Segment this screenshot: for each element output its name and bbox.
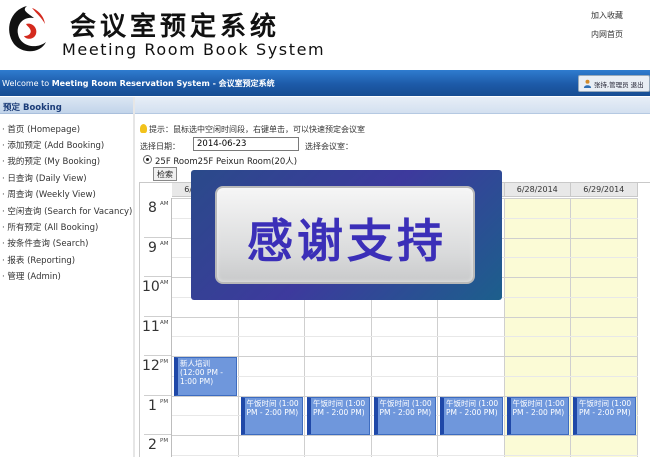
app-title-en: Meeting Room Book System: [62, 40, 326, 59]
sidebar-item-search-vacancy[interactable]: · 空闲查询 (Search for Vacancy): [0, 205, 132, 219]
booking-event[interactable]: 午饭时间 (1:00 PM - 2:00 PM): [573, 396, 636, 435]
date-input[interactable]: [193, 137, 299, 151]
booking-event[interactable]: 午饭时间 (1:00 PM - 2:00 PM): [440, 396, 503, 435]
user-box[interactable]: 张持,管理员 退出: [578, 75, 650, 92]
sidebar-divider: [133, 97, 135, 457]
ampm-label: PM: [160, 438, 169, 444]
swirl-logo-icon: [9, 6, 46, 52]
sidebar-item-add-booking[interactable]: · 添加预定 (Add Booking): [0, 139, 104, 153]
sidebar-item-my-booking[interactable]: · 我的预定 (My Booking): [0, 155, 100, 169]
time-separator: [144, 434, 171, 435]
sidebar-item-reporting[interactable]: · 报表 (Reporting): [0, 254, 75, 268]
search-button[interactable]: 检索: [153, 167, 177, 181]
page-header: 会议室预定系统 Meeting Room Book System 加入收藏 内网…: [0, 0, 650, 70]
hour-label: 1: [148, 397, 157, 414]
time-separator: [144, 315, 171, 317]
hour-line: [172, 356, 638, 357]
sidebar: 预定 Booking · 首页 (Homepage) · 添加预定 (Add B…: [0, 97, 133, 457]
ampm-label: PM: [160, 359, 169, 365]
add-favorite-link[interactable]: 加入收藏: [591, 10, 623, 21]
ampm-label: AM: [160, 201, 169, 207]
ampm-label: AM: [160, 280, 169, 286]
time-separator: [144, 276, 171, 277]
room-option-label[interactable]: 25F Room25F Peixun Room(20人): [155, 155, 297, 167]
welcome-bar: Welcome to Meeting Room Reservation Syst…: [0, 70, 650, 96]
ampm-label: AM: [160, 240, 169, 247]
booking-event[interactable]: 午饭时间 (1:00 PM - 2:00 PM): [307, 396, 370, 435]
hour-label: 10: [142, 279, 160, 295]
sidebar-item-all-booking[interactable]: · 所有预定 (All Booking): [0, 221, 98, 235]
time-column: 8 AM 9 AM 10 AM 11 AM 12 PM 1 PM 2 PM: [140, 198, 172, 457]
intranet-home-link[interactable]: 内网首页: [591, 29, 623, 40]
tip-text: 提示：鼠标选中空闲时间段，右键单击，可以快速预定会议室: [140, 124, 365, 135]
half-hour-line: [172, 375, 638, 377]
hour-label: 9: [148, 239, 157, 256]
sidebar-item-admin[interactable]: · 管理 (Admin): [0, 270, 61, 284]
booking-event[interactable]: 午饭时间 (1:00 PM - 2:00 PM): [373, 396, 436, 435]
date-label: 选择日期：: [140, 142, 180, 151]
half-hour-line: [172, 336, 638, 338]
lightbulb-icon: [140, 124, 147, 133]
page: { "colors": { "header_bar": "#1d5aa8", "…: [0, 0, 650, 457]
day-header: 6/29/2014: [571, 183, 638, 197]
room-radio[interactable]: [143, 155, 152, 164]
room-label: 选择会议室：: [305, 142, 353, 151]
hour-line: [172, 316, 638, 318]
hour-label: 2: [148, 437, 157, 453]
app-title-cn: 会议室预定系统: [70, 12, 281, 42]
day-header: 6/28/2014: [504, 183, 571, 197]
hour-label: 11: [142, 318, 160, 335]
main-header-strip: [135, 97, 650, 114]
sidebar-item-weekly-view[interactable]: · 周查询 (Weekly View): [0, 188, 96, 202]
thanks-text: 感谢支持: [247, 214, 447, 268]
booking-event[interactable]: 午饭时间 (1:00 PM - 2:00 PM): [240, 396, 303, 435]
thanks-badge: 感谢支持: [215, 186, 475, 284]
booking-event[interactable]: 新人培训 (12:00 PM - 1:00 PM): [174, 357, 237, 396]
time-separator: [144, 394, 171, 396]
time-separator: [144, 355, 171, 356]
sidebar-item-homepage[interactable]: · 首页 (Homepage): [0, 123, 80, 137]
half-hour-line: [172, 454, 638, 456]
hour-label: 8: [148, 200, 157, 216]
ampm-label: PM: [160, 398, 169, 405]
sidebar-title: 预定 Booking: [0, 97, 133, 114]
hour-label: 12: [142, 358, 160, 374]
thanks-overlay: 感谢支持: [191, 170, 502, 300]
welcome-text: Welcome to Meeting Room Reservation Syst…: [2, 79, 275, 88]
sidebar-item-search[interactable]: · 按条件查询 (Search): [0, 237, 88, 251]
time-separator: [144, 236, 171, 238]
ampm-label: AM: [160, 319, 169, 326]
booking-event[interactable]: 午饭时间 (1:00 PM - 2:00 PM): [506, 396, 569, 435]
sidebar-item-daily-view[interactable]: · 日查询 (Daily View): [0, 172, 87, 186]
hour-line: [172, 435, 638, 436]
user-icon: [583, 79, 592, 88]
user-status-text[interactable]: 张持,管理员 退出: [594, 79, 644, 89]
